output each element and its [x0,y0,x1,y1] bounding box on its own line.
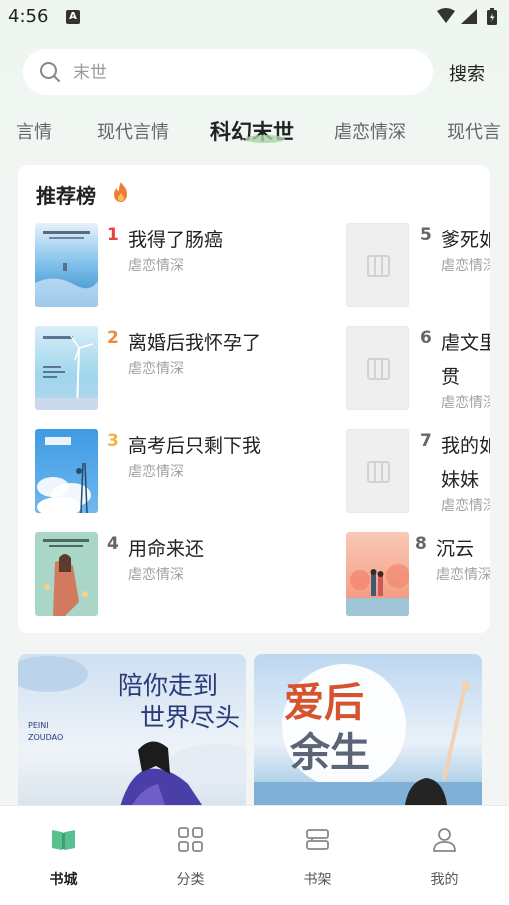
fire-icon [111,181,131,207]
ranking-item[interactable]: 1 我得了肠癌 虐恋情深 [35,223,335,307]
book-title: 我的如 [441,435,490,457]
banner-title-line2: 余生 [289,729,370,776]
rank-number: 2 [107,328,119,348]
tab-modern-partial[interactable]: 现代言 [447,118,501,144]
book-genre: 虐恋情深 [441,258,490,274]
status-bar: 4:56 A [0,0,509,34]
book-cover [35,532,98,616]
book-cover [35,429,98,513]
search-icon [39,61,61,87]
book-title: 我得了肠癌 [128,229,224,251]
ranking-item[interactable]: 6 虐文里 贯 虐恋情深 [346,326,490,411]
ranking-title: 推荐榜 [36,184,96,208]
grid-icon [177,826,204,857]
recommend-ranking-card: 推荐榜 1 我得了肠癌 虐恋情深 2 离婚后我怀孕了 虐恋情深 3 高考后只剩下… [18,165,490,633]
ranking-item[interactable]: 5 爹死如 虐恋情深 [346,223,490,307]
nav-label: 分类 [176,872,205,888]
rank-number: 4 [107,534,119,554]
search-button[interactable]: 搜索 [449,60,485,86]
book-title-line2: 妹妹 [441,469,480,491]
search-input[interactable] [71,49,415,97]
book-cover [346,532,409,616]
book-cover-placeholder [346,223,409,307]
book-genre: 虐恋情深 [441,395,490,411]
active-tab-indicator [245,135,285,143]
banner-title-line2: 世界尽头 [140,703,240,732]
rank-number: 8 [415,534,427,554]
bookshelf-icon [304,826,331,857]
person-icon [431,826,458,857]
nav-bookstore[interactable]: 书城 [0,806,127,905]
banner-pinyin-line1: PEINI [28,721,49,730]
book-title: 爹死如 [441,229,490,251]
book-cover-placeholder [346,429,409,513]
book-genre: 虐恋情深 [128,464,184,480]
rank-number: 7 [420,431,432,451]
banner-image: 爱后 余生 [254,654,482,814]
ranking-item[interactable]: 7 我的如 妹妹 虐恋情深 [346,429,490,514]
banner-title-line1: 爱后 [284,679,364,726]
ranking-item[interactable]: 2 离婚后我怀孕了 虐恋情深 [35,326,335,410]
book-placeholder-icon [367,461,390,483]
book-title: 高考后只剩下我 [128,435,262,457]
book-cover [35,326,98,410]
rank-number: 5 [420,225,432,245]
nav-label: 我的 [430,872,459,888]
banner-image: 陪你走到 世界尽头 PEINI ZOUDAO [18,654,246,814]
book-genre: 虐恋情深 [441,498,490,514]
tab-modern-romance[interactable]: 现代言情 [97,118,169,144]
tab-angst-romance[interactable]: 虐恋情深 [334,118,406,144]
nav-label: 书城 [49,872,78,888]
ranking-item[interactable]: 3 高考后只剩下我 虐恋情深 [35,429,335,513]
rank-number: 6 [420,328,432,348]
book-placeholder-icon [367,358,390,380]
search-bar[interactable] [23,49,433,97]
banner-title-line1: 陪你走到 [118,671,218,700]
book-genre: 虐恋情深 [128,361,184,377]
ranking-item[interactable]: 4 用命来还 虐恋情深 [35,532,335,616]
nav-category[interactable]: 分类 [127,806,254,905]
banner-walk-to-end-of-world[interactable]: 陪你走到 世界尽头 PEINI ZOUDAO [18,654,246,814]
book-genre: 虐恋情深 [128,258,184,274]
book-genre: 虐恋情深 [436,567,490,583]
book-title: 用命来还 [128,538,205,560]
book-placeholder-icon [367,255,390,277]
bottom-navigation: 书城 分类 书架 我的 [0,805,509,905]
book-title: 离婚后我怀孕了 [128,332,262,354]
book-cover [35,223,98,307]
book-genre: 虐恋情深 [128,567,184,583]
status-icons [435,7,501,31]
book-open-icon [50,826,77,857]
rank-number: 3 [107,431,119,451]
ranking-item[interactable]: 8 沉云 虐恋情深 [346,532,490,616]
nav-label: 书架 [303,872,332,888]
rank-number: 1 [107,225,119,245]
nav-profile[interactable]: 我的 [381,806,508,905]
tab-romance-partial[interactable]: 言情 [16,118,52,144]
book-title: 虐文里 [441,332,490,354]
notification-icon: A [66,10,80,24]
banner-pinyin-line2: ZOUDAO [28,733,63,742]
banner-love-afterlife[interactable]: 爱后 余生 [254,654,482,814]
status-time: 4:56 [8,6,49,27]
category-tabs: 言情 现代言情 科幻末世 虐恋情深 现代言 [0,112,509,152]
book-title: 沉云 [436,538,475,560]
nav-bookshelf[interactable]: 书架 [254,806,381,905]
book-title-line2: 贯 [441,366,461,388]
book-cover-placeholder [346,326,409,410]
wifi-signal-battery-icon [437,8,497,25]
